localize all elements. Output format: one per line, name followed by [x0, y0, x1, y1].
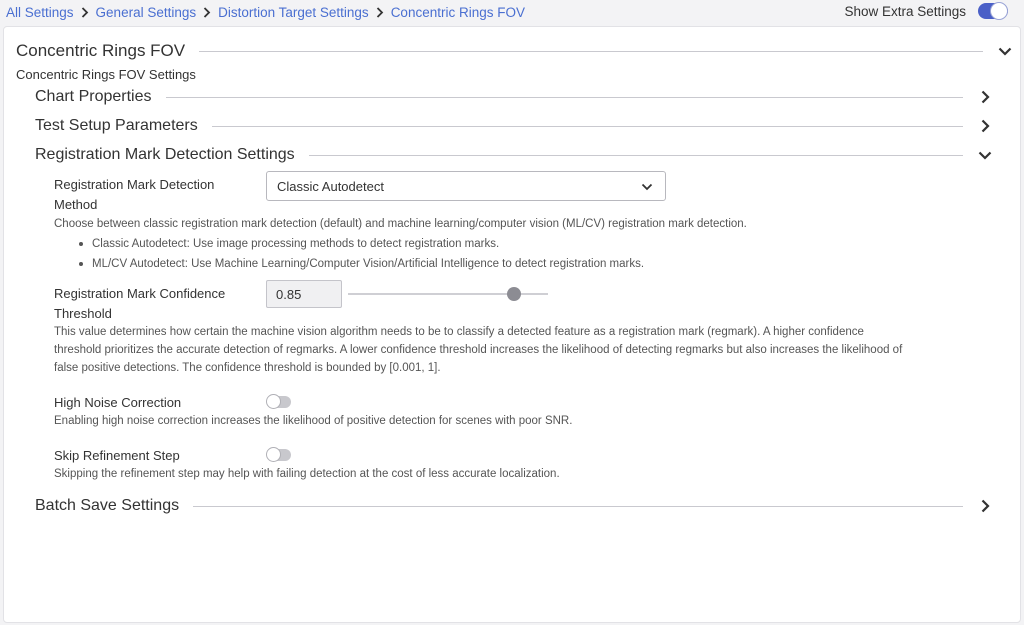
breadcrumb-distortion-target-settings[interactable]: Distortion Target Settings [218, 5, 369, 20]
section-header-concentric-rings-fov[interactable]: Concentric Rings FOV [16, 40, 1013, 62]
show-extra-settings-toggle[interactable] [978, 2, 1008, 20]
breadcrumb-concentric-rings-fov[interactable]: Concentric Rings FOV [391, 5, 525, 20]
slider-thumb[interactable] [507, 287, 521, 301]
section-title-batch-save: Batch Save Settings [35, 497, 180, 514]
divider [211, 125, 963, 127]
section-title-test-setup: Test Setup Parameters [35, 117, 198, 134]
list-item: ML/CV Autodetect: Use Machine Learning/C… [79, 254, 644, 274]
divider [308, 154, 963, 156]
list-item: Classic Autodetect: Use image processing… [79, 234, 644, 254]
chevron-right-icon[interactable] [977, 498, 993, 514]
top-bar: All Settings General Settings Distortion… [0, 0, 1024, 25]
toggle-knob [266, 447, 281, 462]
toggle-knob [990, 2, 1008, 20]
section-title-chart-properties: Chart Properties [35, 88, 152, 105]
chevron-down-icon[interactable] [997, 43, 1013, 59]
method-description: Choose between classic registration mark… [54, 218, 747, 230]
settings-panel: Concentric Rings FOV Concentric Rings FO… [3, 26, 1021, 623]
method-bullet-list: Classic Autodetect: Use image processing… [79, 234, 644, 274]
threshold-description-line2: threshold prioritizes the accurate detec… [54, 344, 903, 356]
show-extra-settings: Show Extra Settings [844, 2, 1008, 20]
chevron-right-icon[interactable] [977, 118, 993, 134]
section-header-batch-save[interactable]: Batch Save Settings [35, 496, 993, 516]
method-label-line1: Registration Mark Detection [54, 177, 215, 192]
skip-refinement-toggle[interactable] [266, 447, 291, 462]
chevron-right-icon [196, 6, 218, 20]
chevron-right-icon [74, 6, 96, 20]
divider [193, 505, 963, 507]
section-header-test-setup[interactable]: Test Setup Parameters [35, 116, 993, 136]
breadcrumb-general-settings[interactable]: General Settings [96, 5, 197, 20]
section-header-chart-properties[interactable]: Chart Properties [35, 87, 993, 107]
toggle-knob [266, 394, 281, 409]
show-extra-settings-label: Show Extra Settings [844, 3, 966, 19]
chevron-down-icon [639, 179, 655, 195]
divider [165, 96, 963, 98]
threshold-value: 0.85 [276, 286, 302, 302]
page-subtitle: Concentric Rings FOV Settings [16, 67, 196, 82]
skip-refinement-label: Skip Refinement Step [54, 448, 180, 463]
threshold-description-line3: false positive detections. The confidenc… [54, 362, 441, 374]
threshold-input[interactable]: 0.85 [266, 280, 342, 308]
threshold-description-line1: This value determines how certain the ma… [54, 326, 864, 338]
page-title: Concentric Rings FOV [16, 41, 186, 60]
skip-refinement-description: Skipping the refinement step may help wi… [54, 468, 560, 480]
threshold-description: This value determines how certain the ma… [54, 323, 902, 377]
method-label: Registration Mark Detection Method [54, 175, 214, 215]
chevron-right-icon[interactable] [977, 89, 993, 105]
high-noise-label: High Noise Correction [54, 395, 182, 410]
chevron-down-icon[interactable] [977, 147, 993, 163]
high-noise-toggle[interactable] [266, 394, 291, 409]
section-title-regmark-detection: Registration Mark Detection Settings [35, 146, 295, 163]
breadcrumb-all-settings[interactable]: All Settings [6, 5, 74, 20]
bullet-text: ML/CV Autodetect: Use Machine Learning/C… [92, 258, 645, 270]
method-label-line2: Method [54, 197, 98, 212]
threshold-label-line2: Threshold [54, 306, 112, 321]
threshold-label-line1: Registration Mark Confidence [54, 286, 226, 301]
threshold-slider[interactable] [348, 287, 548, 301]
bullet-icon [79, 262, 83, 266]
chevron-right-icon [369, 6, 391, 20]
threshold-label: Registration Mark Confidence Threshold [54, 284, 225, 324]
method-select[interactable]: Classic Autodetect [266, 171, 666, 201]
method-select-value: Classic Autodetect [277, 178, 384, 194]
high-noise-description: Enabling high noise correction increases… [54, 415, 573, 427]
bullet-text: Classic Autodetect: Use image processing… [92, 238, 500, 250]
section-header-regmark-detection[interactable]: Registration Mark Detection Settings [35, 145, 993, 165]
bullet-icon [79, 242, 83, 246]
divider [199, 50, 983, 52]
